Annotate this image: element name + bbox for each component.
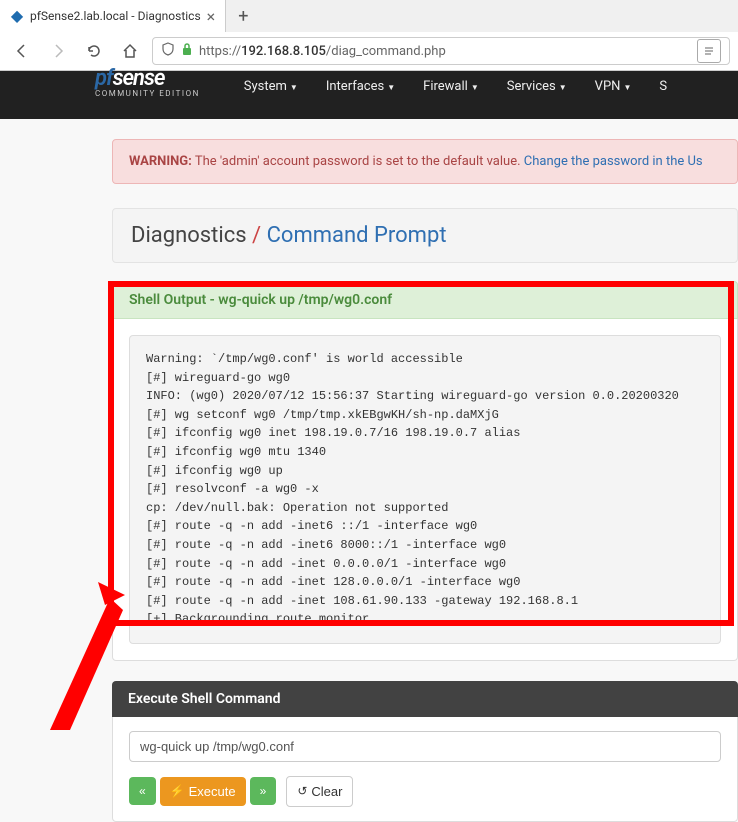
page-body: pfsense COMMUNITY EDITION System▼ Interf… xyxy=(0,71,738,822)
undo-icon: ↺ xyxy=(297,784,307,798)
shell-output-header: Shell Output - wg-quick up /tmp/wg0.conf xyxy=(112,281,738,319)
heading-slash: / xyxy=(252,223,261,248)
nav-firewall[interactable]: Firewall▼ xyxy=(409,71,493,119)
heading-page-link[interactable]: Command Prompt xyxy=(261,223,446,248)
chevron-left-double-icon: « xyxy=(139,784,146,798)
shell-output-body: Warning: `/tmp/wg0.conf' is world access… xyxy=(113,319,737,660)
shell-output-panel: Shell Output - wg-quick up /tmp/wg0.conf… xyxy=(112,281,738,661)
clear-button[interactable]: ↺ Clear xyxy=(286,776,353,807)
nav-interfaces[interactable]: Interfaces▼ xyxy=(312,71,409,119)
tab-favicon-icon: ◆ xyxy=(10,9,24,23)
reload-icon xyxy=(86,43,102,59)
page-content: WARNING: The 'admin' account password is… xyxy=(0,119,738,822)
chevron-down-icon: ▼ xyxy=(623,83,631,92)
nav-system[interactable]: System▼ xyxy=(230,71,312,119)
home-icon xyxy=(122,43,138,59)
execute-buttons: « ⚡ Execute » ↺ Clear xyxy=(129,776,721,807)
arrow-right-icon xyxy=(50,43,66,59)
heading-section: Diagnostics xyxy=(131,223,252,248)
browser-chrome: ◆ pfSense2.lab.local - Diagnostics × + xyxy=(0,0,738,71)
url-host: 192.168.8.105 xyxy=(241,44,326,59)
bolt-icon: ⚡ xyxy=(170,784,185,798)
home-button[interactable] xyxy=(116,37,144,65)
reader-mode-icon[interactable] xyxy=(697,39,721,63)
logo-pf: pf xyxy=(95,66,113,91)
execute-button-label: Execute xyxy=(189,784,236,799)
arrow-left-icon xyxy=(14,43,30,59)
lock-icon xyxy=(181,42,193,60)
execute-panel: Execute Shell Command « ⚡ Execute » ↺ Clea… xyxy=(112,681,738,822)
reload-button[interactable] xyxy=(80,37,108,65)
execute-header: Execute Shell Command xyxy=(112,681,738,717)
url-bar[interactable]: https://192.168.8.105/diag_command.php xyxy=(152,37,730,65)
forward-button[interactable] xyxy=(44,37,72,65)
clear-button-label: Clear xyxy=(311,784,342,799)
logo-edition: COMMUNITY EDITION xyxy=(95,89,200,98)
browser-toolbar: https://192.168.8.105/diag_command.php xyxy=(0,32,738,70)
command-input[interactable] xyxy=(129,731,721,762)
url-path: /diag_command.php xyxy=(326,44,446,59)
warning-label: WARNING: xyxy=(129,154,192,169)
chevron-down-icon: ▼ xyxy=(290,83,298,92)
warning-banner: WARNING: The 'admin' account password is… xyxy=(112,139,738,184)
page-heading: Diagnostics / Command Prompt xyxy=(112,208,738,263)
browser-tab[interactable]: ◆ pfSense2.lab.local - Diagnostics × xyxy=(0,0,226,32)
url-prefix: https:// xyxy=(199,44,241,59)
tab-title: pfSense2.lab.local - Diagnostics xyxy=(30,9,201,23)
logo-sense: sense xyxy=(113,66,165,91)
shield-icon xyxy=(161,42,175,60)
pfsense-header: pfsense COMMUNITY EDITION System▼ Interf… xyxy=(0,71,738,119)
nav-vpn[interactable]: VPN▼ xyxy=(581,71,646,119)
tab-bar: ◆ pfSense2.lab.local - Diagnostics × + xyxy=(0,0,738,32)
execute-body: « ⚡ Execute » ↺ Clear xyxy=(113,717,737,821)
close-icon[interactable]: × xyxy=(207,7,216,26)
warning-text: The 'admin' account password is set to t… xyxy=(192,154,524,169)
pfsense-logo[interactable]: pfsense COMMUNITY EDITION xyxy=(95,66,200,98)
nav-services[interactable]: Services▼ xyxy=(493,71,581,119)
back-button[interactable] xyxy=(8,37,36,65)
history-forward-button[interactable]: » xyxy=(250,777,277,805)
warning-link[interactable]: Change the password in the Us xyxy=(524,154,703,169)
shell-output-text: Warning: `/tmp/wg0.conf' is world access… xyxy=(129,335,721,644)
chevron-down-icon: ▼ xyxy=(559,83,567,92)
nav-more[interactable]: S xyxy=(645,71,681,119)
chevron-down-icon: ▼ xyxy=(471,83,479,92)
chevron-down-icon: ▼ xyxy=(387,83,395,92)
new-tab-button[interactable]: + xyxy=(226,6,260,27)
execute-button[interactable]: ⚡ Execute xyxy=(160,777,246,806)
main-nav: System▼ Interfaces▼ Firewall▼ Services▼ … xyxy=(230,71,681,119)
chevron-right-double-icon: » xyxy=(260,784,267,798)
history-back-button[interactable]: « xyxy=(129,777,156,805)
